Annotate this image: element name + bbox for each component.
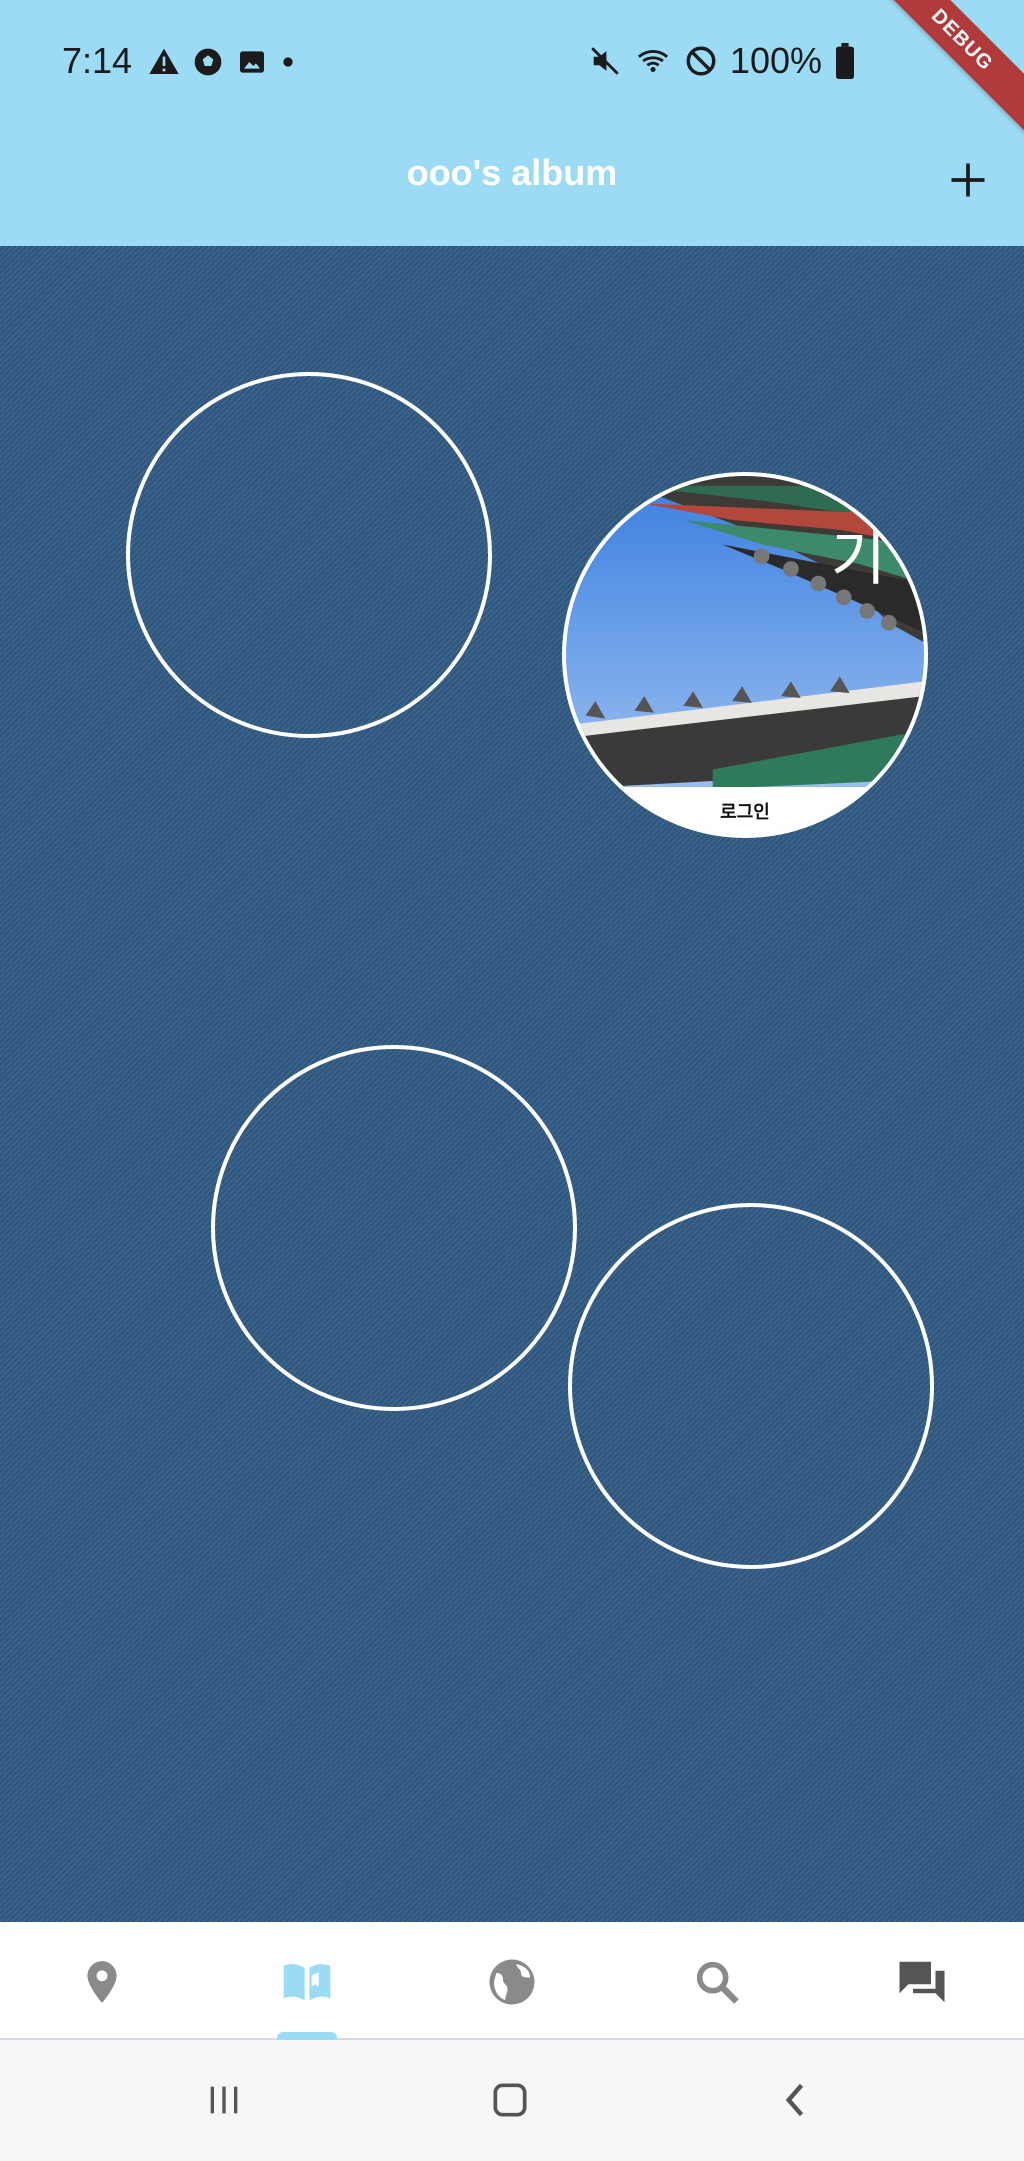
mute-icon	[591, 47, 619, 75]
globe-icon	[489, 1959, 535, 2005]
blocked-icon	[686, 46, 716, 76]
recent-apps-icon	[210, 2086, 238, 2114]
notification-icons	[148, 46, 296, 78]
plus-icon	[951, 163, 985, 197]
status-bar: 7:14 100%	[0, 0, 1024, 126]
nav-item-explore[interactable]	[472, 1942, 552, 2022]
nav-item-chat[interactable]	[882, 1942, 962, 2022]
photo-overlay-text: 기	[830, 524, 886, 594]
system-status-icons: 100%	[588, 40, 856, 82]
nav-item-album[interactable]	[267, 1942, 347, 2022]
album-circle-empty[interactable]	[211, 1045, 577, 1411]
wifi-icon	[637, 50, 668, 73]
battery-percent: 100%	[729, 40, 822, 81]
nav-item-location[interactable]	[62, 1942, 142, 2022]
book-icon	[283, 1964, 331, 2001]
back-button[interactable]	[756, 2068, 836, 2132]
chat-icon	[899, 1961, 945, 2003]
bottom-navigation	[0, 1922, 1024, 2040]
nav-selected-indicator	[277, 2032, 337, 2040]
recent-apps-button[interactable]	[184, 2068, 264, 2132]
app-bar: ooo's album	[0, 126, 1024, 246]
system-navigation-bar	[0, 2040, 1024, 2161]
search-icon	[696, 1961, 739, 2004]
soccer-icon	[194, 48, 222, 76]
album-circle-empty[interactable]	[568, 1203, 934, 1569]
location-pin-icon	[87, 1961, 117, 2003]
warning-icon	[149, 48, 179, 74]
album-canvas[interactable]: 기 로그인	[0, 246, 1024, 1922]
album-circle-photo[interactable]: 기 로그인	[562, 472, 928, 838]
home-button[interactable]	[470, 2068, 550, 2132]
photo-caption: 로그인	[720, 802, 770, 822]
battery-icon	[836, 43, 854, 79]
nav-item-search[interactable]	[677, 1942, 757, 2022]
dot-icon	[283, 57, 293, 67]
page-title: ooo's album	[406, 152, 618, 193]
album-circle-empty[interactable]	[126, 372, 492, 738]
status-time: 7:14	[62, 40, 133, 81]
image-icon	[240, 51, 264, 73]
add-button[interactable]	[932, 144, 1004, 216]
back-icon	[785, 2083, 804, 2117]
home-icon	[493, 2083, 527, 2117]
